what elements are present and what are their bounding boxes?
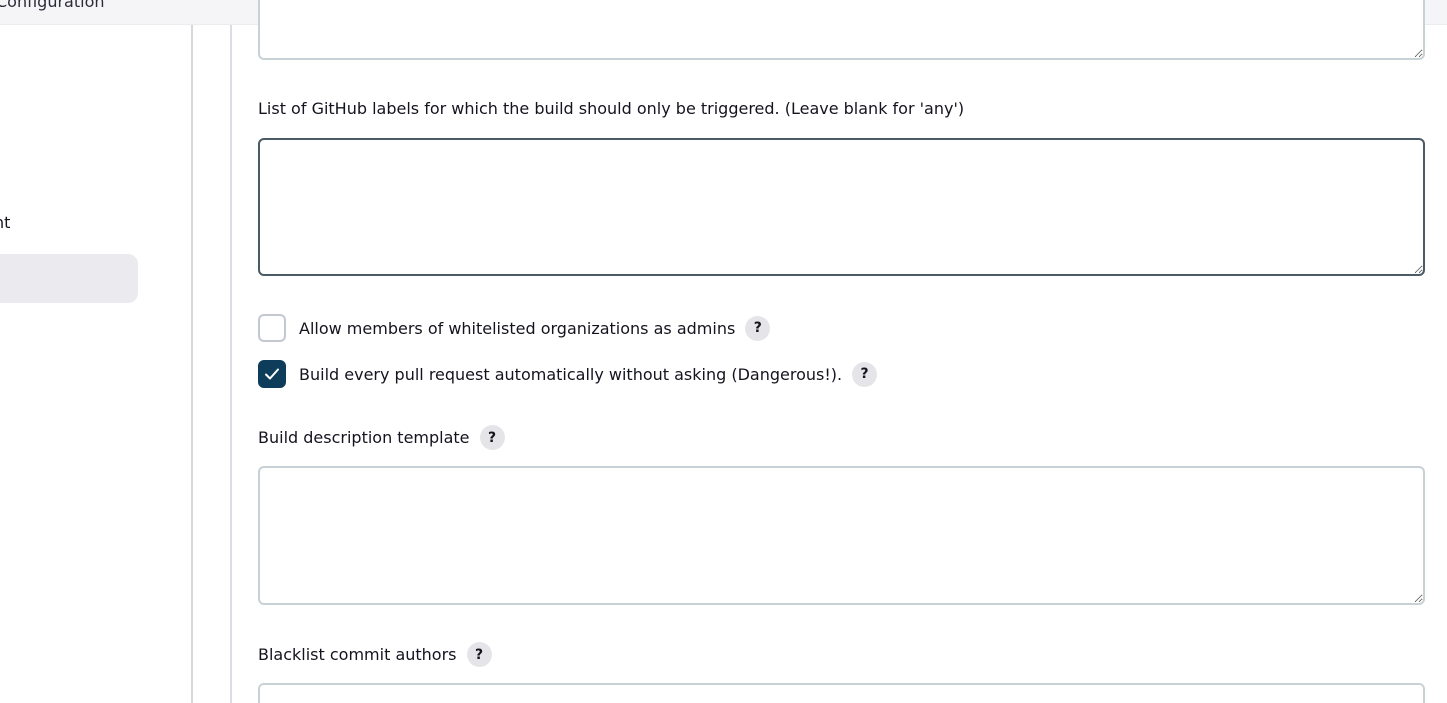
allow-whitelisted-admins-checkbox[interactable] [258, 314, 286, 342]
previous-textarea[interactable] [258, 0, 1425, 60]
help-icon[interactable]: ? [745, 315, 771, 341]
build-description-label: Build description template ? [258, 425, 505, 450]
sidebar-divider [191, 25, 193, 703]
breadcrumb-configuration[interactable]: Configuration [0, 0, 105, 11]
blacklist-authors-label-text: Blacklist commit authors [258, 645, 457, 664]
blacklist-authors-textarea[interactable] [258, 683, 1425, 703]
build-every-pr-label[interactable]: Build every pull request automatically w… [299, 365, 842, 384]
allow-whitelisted-admins-row: Allow members of whitelisted organizatio… [258, 314, 771, 342]
allow-whitelisted-admins-label[interactable]: Allow members of whitelisted organizatio… [299, 319, 735, 338]
checkmark-icon [265, 368, 279, 380]
labels-field-label: List of GitHub labels for which the buil… [258, 99, 964, 118]
build-description-textarea[interactable] [258, 466, 1425, 605]
sidebar [0, 25, 192, 703]
build-every-pr-row: Build every pull request automatically w… [258, 360, 878, 388]
blacklist-authors-label: Blacklist commit authors ? [258, 642, 492, 667]
build-every-pr-checkbox[interactable] [258, 360, 286, 388]
help-icon[interactable]: ? [479, 425, 505, 450]
build-description-label-text: Build description template [258, 428, 470, 447]
labels-field-label-text: List of GitHub labels for which the buil… [258, 99, 965, 118]
help-icon[interactable]: ? [852, 361, 878, 387]
section-border [230, 25, 232, 703]
help-icon[interactable]: ? [466, 642, 492, 667]
sidebar-item-active[interactable] [0, 254, 138, 303]
github-labels-textarea[interactable] [258, 138, 1425, 276]
sidebar-item-partial[interactable]: nt [0, 213, 10, 232]
